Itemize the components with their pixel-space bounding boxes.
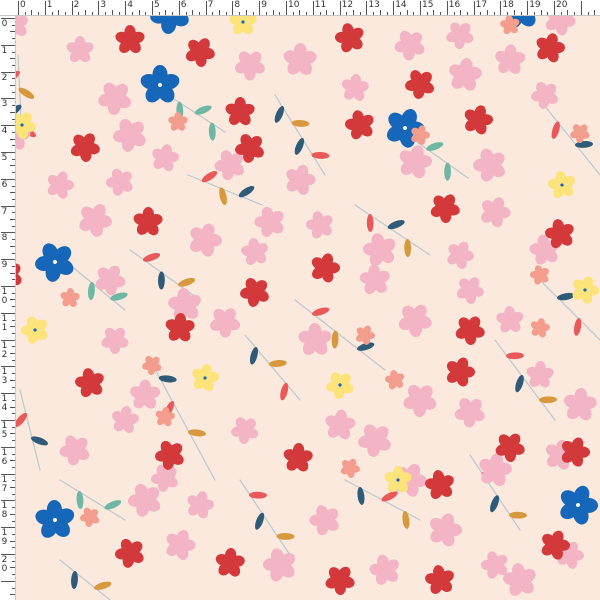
ruler-label: 9 bbox=[1, 260, 8, 271]
ruler-tick bbox=[580, 1, 582, 15]
ruler-label: 4 bbox=[127, 0, 133, 10]
ruler-label: 0 bbox=[1, 19, 8, 29]
ruler-label: 10 bbox=[288, 0, 300, 10]
floral-pattern-canvas bbox=[16, 16, 600, 600]
ruler-label: 12 bbox=[341, 0, 354, 10]
ruler-label: 19 bbox=[529, 0, 541, 10]
ruler-tick bbox=[44, 1, 46, 15]
ruler-tick bbox=[366, 1, 368, 15]
ruler-tick bbox=[286, 1, 287, 15]
horizontal-ruler: 0 1 2 3 4 5 6 7 8 9 10 11 12 13 14 15 16 17 18 19 20 bbox=[0, 0, 600, 16]
ruler-tick bbox=[18, 1, 19, 15]
ruler-tick bbox=[420, 1, 421, 15]
ruler-label: 13 bbox=[1, 367, 8, 387]
ruler-tick bbox=[1, 580, 15, 582]
ruler-label: 13 bbox=[368, 0, 380, 10]
ruler-tick bbox=[473, 1, 475, 15]
ruler-label: 2 bbox=[73, 0, 80, 10]
ruler-label: 9 bbox=[261, 0, 267, 10]
ruler-label: 17 bbox=[475, 0, 488, 10]
vertical-ruler: 0 1 2 3 4 5 6 7 8 9 10 11 12 13 14 15 16 17 18 19 20 bbox=[0, 16, 16, 600]
ruler-tick bbox=[98, 1, 100, 15]
ruler-label: 16 bbox=[448, 0, 461, 10]
ruler-label: 11 bbox=[314, 0, 327, 10]
ruler-tick bbox=[527, 1, 529, 15]
ruler-tick bbox=[205, 1, 207, 15]
ruler-tick bbox=[232, 1, 234, 15]
ruler-label: 2 bbox=[1, 72, 8, 83]
ruler-label: 5 bbox=[154, 0, 160, 10]
ruler-tick bbox=[393, 1, 395, 15]
ruler-label: 3 bbox=[100, 0, 107, 10]
ruler-label: 7 bbox=[207, 0, 214, 10]
ruler-label: 15 bbox=[1, 421, 8, 440]
ruler-label: 20 bbox=[1, 555, 8, 574]
ruler-label: 4 bbox=[1, 126, 8, 137]
ruler-label: 11 bbox=[1, 313, 8, 333]
ruler-label: 7 bbox=[1, 206, 8, 217]
ruler-label: 8 bbox=[1, 233, 8, 244]
ruler-tick bbox=[71, 1, 73, 15]
ruler-label: 8 bbox=[234, 0, 241, 10]
ruler-tick bbox=[259, 1, 261, 15]
ruler-label: 14 bbox=[1, 394, 8, 414]
ruler-label: 6 bbox=[180, 0, 187, 10]
ruler-tick bbox=[339, 1, 341, 15]
ruler-label: 16 bbox=[1, 447, 8, 467]
ruler-label: 17 bbox=[1, 474, 8, 494]
ruler-label: 19 bbox=[1, 528, 8, 548]
ruler-label: 6 bbox=[1, 179, 8, 190]
ruler-tick bbox=[446, 1, 448, 15]
ruler-tick bbox=[312, 1, 314, 15]
ruler-label: 1 bbox=[1, 45, 8, 56]
ruler-label: 18 bbox=[502, 0, 514, 10]
ruler-label: 15 bbox=[422, 0, 434, 10]
ruler-label: 12 bbox=[1, 340, 8, 360]
ruler-label: 20 bbox=[556, 0, 568, 10]
ruler-label: 14 bbox=[395, 0, 407, 10]
ruler-tick bbox=[178, 1, 180, 15]
ruler-tick bbox=[500, 1, 502, 15]
ruler-label: 3 bbox=[1, 99, 8, 110]
ruler-label: 18 bbox=[1, 501, 8, 521]
ruler-tick bbox=[125, 1, 127, 15]
ruler-tick bbox=[554, 1, 555, 15]
ruler-label: 0 bbox=[20, 0, 26, 10]
ruler-tick bbox=[152, 1, 153, 15]
ruler-label: 10 bbox=[1, 287, 8, 306]
ruler-label: 1 bbox=[46, 0, 53, 10]
ruler-label: 5 bbox=[1, 153, 8, 163]
